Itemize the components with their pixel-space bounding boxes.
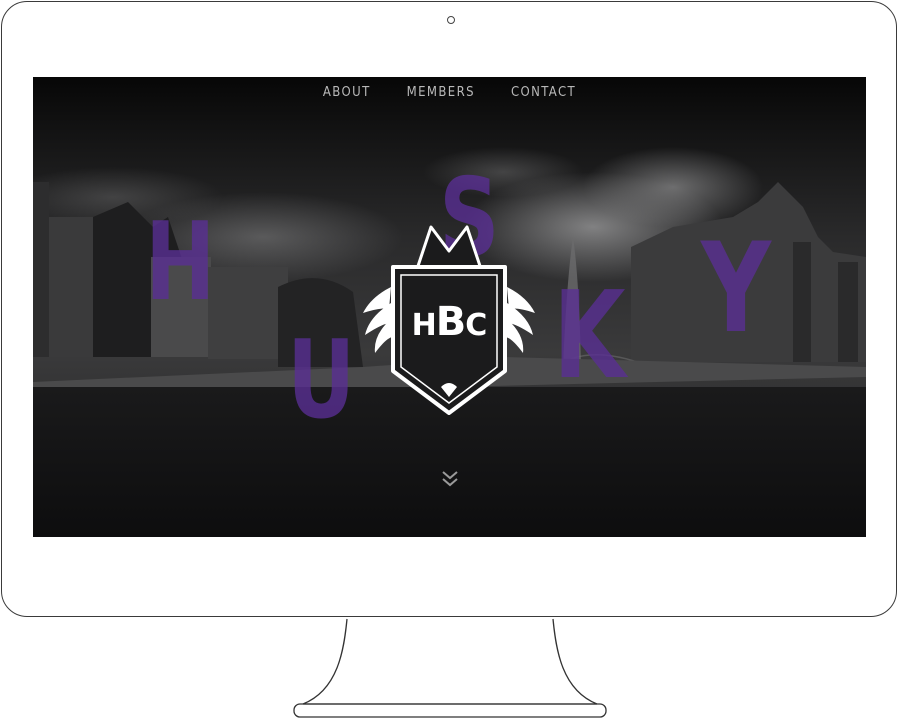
nav-item-contact[interactable]: CONTACT	[511, 85, 576, 100]
nav-item-members[interactable]: MEMBERS	[407, 85, 475, 100]
husky-letter-u: U	[287, 318, 356, 443]
camera-dot	[447, 16, 455, 24]
top-nav: ABOUT MEMBERS CONTACT	[33, 85, 866, 100]
hbc-logo-text: HBC	[391, 299, 507, 345]
husky-letter-y: Y	[701, 217, 772, 361]
logo-letter-h: H	[411, 308, 437, 343]
logo-letter-b: B	[435, 299, 466, 345]
logo-letter-c: C	[465, 308, 487, 343]
husky-letter-k: K	[553, 267, 626, 406]
husky-letter-h: H	[145, 200, 216, 325]
nav-item-about[interactable]: ABOUT	[323, 85, 371, 100]
website-screen: ABOUT MEMBERS CONTACT H U S K Y HBC	[33, 77, 866, 537]
double-chevron-down-icon[interactable]	[439, 469, 461, 489]
